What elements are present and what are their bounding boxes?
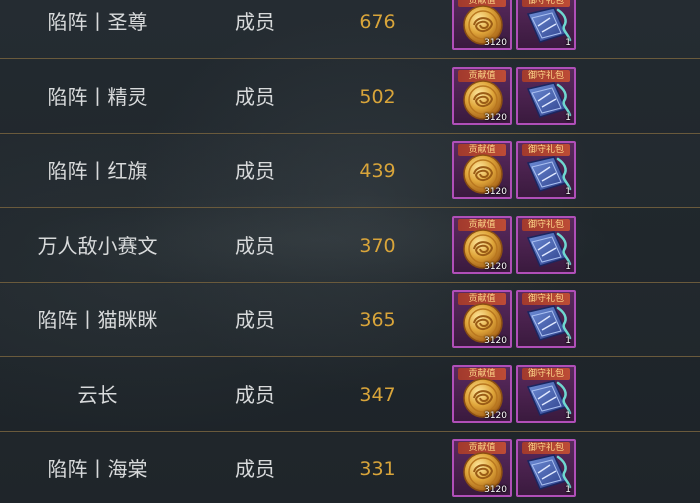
guard-gift-reward-item[interactable]: 御守礼包 1 xyxy=(516,364,576,423)
member-points: 347 xyxy=(359,383,396,406)
member-points: 439 xyxy=(359,160,396,182)
member-row[interactable]: 陷阵丨红旗 成员 439 贡献值 3120 御守礼包 1 xyxy=(0,135,700,208)
member-points: 676 xyxy=(359,11,396,33)
member-row[interactable]: 万人敌小赛文 成员 370 贡献值 3120 御守礼包 1 xyxy=(0,210,700,283)
reward-items: 贡献值 3120 御守礼包 1 xyxy=(450,215,585,278)
reward-items: 贡献值 3120 御守礼包 1 xyxy=(450,439,585,501)
guard-gift-reward-item[interactable]: 御守礼包 1 xyxy=(516,439,576,497)
member-row[interactable]: 陷阵丨海棠 成员 331 贡献值 3120 御守礼包 1 xyxy=(0,433,700,503)
contribution-reward-item[interactable]: 贡献值 3120 xyxy=(452,215,512,274)
member-role: 成员 xyxy=(235,233,275,258)
guard-gift-count: 1 xyxy=(565,485,571,495)
reward-items: 贡献值 3120 御守礼包 1 xyxy=(450,364,585,427)
reward-items: 贡献值 3120 御守礼包 1 xyxy=(450,290,585,352)
member-name: 云长 xyxy=(77,382,118,407)
guard-gift-count: 1 xyxy=(565,112,571,123)
contribution-count: 3120 xyxy=(484,112,507,123)
contribution-reward-item[interactable]: 贡献值 3120 xyxy=(452,290,512,348)
contribution-reward-item[interactable]: 贡献值 3120 xyxy=(452,439,512,497)
member-row[interactable]: 陷阵丨圣尊 成员 676 贡献值 3120 御守礼包 1 xyxy=(0,0,700,59)
contribution-count: 3120 xyxy=(484,187,507,197)
member-points: 502 xyxy=(359,85,396,108)
guard-gift-reward-item[interactable]: 御守礼包 1 xyxy=(516,0,576,50)
guard-gift-reward-item[interactable]: 御守礼包 1 xyxy=(516,66,576,125)
member-name: 陷阵丨圣尊 xyxy=(47,10,148,34)
member-name: 万人敌小赛文 xyxy=(37,233,158,258)
member-row[interactable]: 陷阵丨精灵 成员 502 贡献值 3120 御守礼包 1 xyxy=(0,61,700,134)
reward-items: 贡献值 3120 御守礼包 1 xyxy=(450,141,585,203)
guard-gift-count: 1 xyxy=(565,187,571,197)
member-row[interactable]: 云长 成员 347 贡献值 3120 御守礼包 1 xyxy=(0,359,700,432)
reward-items: 贡献值 3120 御守礼包 1 xyxy=(450,0,585,54)
contribution-count: 3120 xyxy=(484,485,507,495)
contribution-reward-item[interactable]: 贡献值 3120 xyxy=(452,66,512,125)
guard-gift-reward-item[interactable]: 御守礼包 1 xyxy=(516,141,576,199)
guard-gift-count: 1 xyxy=(565,38,571,48)
member-role: 成员 xyxy=(235,159,275,183)
member-ranking-panel: 陷阵丨圣尊 成员 676 贡献值 3120 御守礼包 1 陷阵丨精灵 成员 50… xyxy=(0,0,700,503)
member-name: 陷阵丨精灵 xyxy=(47,84,148,109)
contribution-reward-item[interactable]: 贡献值 3120 xyxy=(452,141,512,199)
member-name: 陷阵丨红旗 xyxy=(47,159,148,183)
contribution-count: 3120 xyxy=(484,261,507,272)
guard-gift-count: 1 xyxy=(565,336,571,346)
member-name: 陷阵丨海棠 xyxy=(47,457,148,481)
member-row[interactable]: 陷阵丨猫眯眯 成员 365 贡献值 3120 御守礼包 1 xyxy=(0,284,700,357)
member-role: 成员 xyxy=(235,10,275,34)
contribution-count: 3120 xyxy=(484,38,507,48)
member-points: 331 xyxy=(359,458,396,480)
reward-items: 贡献值 3120 御守礼包 1 xyxy=(450,66,585,129)
member-role: 成员 xyxy=(235,308,275,332)
member-role: 成员 xyxy=(235,382,275,407)
guard-gift-reward-item[interactable]: 御守礼包 1 xyxy=(516,290,576,348)
member-role: 成员 xyxy=(235,457,275,481)
guard-gift-count: 1 xyxy=(565,261,571,272)
member-points: 370 xyxy=(359,234,396,257)
guard-gift-reward-item[interactable]: 御守礼包 1 xyxy=(516,215,576,274)
contribution-count: 3120 xyxy=(484,410,507,421)
contribution-reward-item[interactable]: 贡献值 3120 xyxy=(452,364,512,423)
contribution-count: 3120 xyxy=(484,336,507,346)
guard-gift-count: 1 xyxy=(565,410,571,421)
member-points: 365 xyxy=(359,309,396,331)
member-role: 成员 xyxy=(235,84,275,109)
member-name: 陷阵丨猫眯眯 xyxy=(37,308,158,332)
contribution-reward-item[interactable]: 贡献值 3120 xyxy=(452,0,512,50)
